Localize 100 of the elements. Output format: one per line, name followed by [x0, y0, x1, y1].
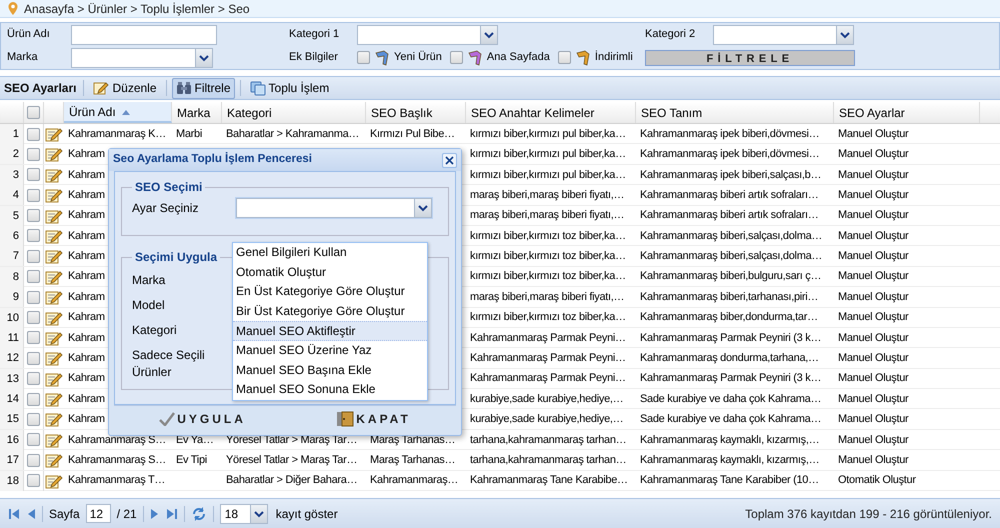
- edit-icon[interactable]: [45, 187, 63, 204]
- edit-icon[interactable]: [45, 391, 63, 408]
- edit-icon[interactable]: [45, 166, 63, 183]
- edit-icon[interactable]: [45, 411, 63, 428]
- edit-icon[interactable]: [45, 310, 63, 326]
- column-header[interactable]: Marka: [172, 102, 222, 123]
- select-field[interactable]: [357, 24, 498, 44]
- dropdown-option[interactable]: Manuel SEO Sonuna Ekle: [233, 380, 427, 400]
- next-page-icon: [150, 508, 160, 520]
- table-cell-text: Kahramanmaraş S…: [68, 453, 166, 468]
- column-header[interactable]: SEO Tanım: [636, 102, 834, 123]
- table-cell-text: kırmızı biber,kırmızı toz biber,ka…: [470, 269, 626, 284]
- row-checkbox[interactable]: [27, 270, 40, 284]
- close-button[interactable]: [442, 152, 457, 168]
- dropdown-option[interactable]: Genel Bilgileri Kullan: [233, 243, 427, 263]
- apply-button[interactable]: UYGULA: [159, 410, 246, 428]
- row-checkbox[interactable]: [27, 148, 40, 161]
- setting-select[interactable]: [236, 198, 432, 218]
- dropdown-option[interactable]: Otomatik Oluştur: [233, 262, 427, 282]
- first-page-icon: [8, 508, 20, 520]
- row-checkbox[interactable]: [27, 168, 40, 182]
- table-cell-text: Manuel Oluştur: [838, 168, 908, 183]
- edit-icon[interactable]: [45, 248, 63, 264]
- select-field[interactable]: [71, 48, 213, 68]
- column-header[interactable]: SEO Anahtar Kelimeler: [466, 102, 636, 123]
- edit-icon[interactable]: [45, 370, 63, 387]
- table-cell-text: Manuel Oluştur: [838, 453, 908, 468]
- toolbar-button[interactable]: Filtrele: [172, 78, 235, 98]
- filter-button[interactable]: FİLTRELE: [645, 50, 855, 66]
- column-header[interactable]: Ürün Adı: [64, 102, 172, 123]
- edit-icon[interactable]: [45, 228, 63, 244]
- toolbar-button[interactable]: Toplu İşlem: [246, 78, 334, 98]
- row-number: 16: [0, 430, 24, 450]
- row-number: 4: [0, 185, 24, 206]
- table-cell-text: Kahramanmaraş Parmak Peyniri (3 k…: [640, 330, 822, 346]
- edit-icon[interactable]: [45, 146, 63, 162]
- row-checkbox[interactable]: [27, 474, 40, 488]
- select-field[interactable]: [713, 24, 854, 44]
- dropdown-option[interactable]: En Üst Kategoriye Göre Oluştur: [233, 282, 427, 302]
- table-cell-text: Kahram: [68, 147, 105, 162]
- checkbox[interactable]: [558, 51, 571, 64]
- page-field[interactable]: 12: [86, 504, 111, 523]
- dropdown-option[interactable]: Manuel SEO Aktifleştir: [233, 321, 427, 341]
- edit-icon[interactable]: [45, 452, 63, 468]
- text-field[interactable]: [71, 24, 217, 44]
- row-checkbox[interactable]: [27, 250, 40, 263]
- edit-icon[interactable]: [45, 350, 63, 366]
- column-header[interactable]: SEO Ayarlar: [834, 102, 980, 123]
- dropdown-option[interactable]: Bir Üst Kategoriye Göre Oluştur: [233, 302, 427, 322]
- last-page-icon: [166, 508, 178, 520]
- table-cell-text: Manuel Oluştur: [838, 208, 908, 224]
- table-cell-text: kurabiye,sade kurabiye,hediye,…: [470, 392, 624, 407]
- checkbox[interactable]: [357, 51, 370, 64]
- page-size-select[interactable]: 18: [220, 504, 268, 524]
- table-cell-text: Kahramanmaraş kaymaklı, kızarmış,…: [640, 453, 820, 468]
- dropdown-option[interactable]: Manuel SEO Üzerine Yaz: [233, 340, 427, 361]
- row-number: 6: [0, 226, 24, 246]
- edit-icon[interactable]: [45, 208, 63, 224]
- row-checkbox[interactable]: [27, 229, 40, 242]
- column-header[interactable]: Kategori: [222, 102, 366, 123]
- row-number: 18: [0, 470, 24, 491]
- row-checkbox[interactable]: [27, 290, 40, 304]
- row-checkbox[interactable]: [27, 412, 40, 426]
- row-checkbox[interactable]: [27, 188, 40, 202]
- table-cell-text: Kahramanmaraş T…: [68, 473, 166, 488]
- table-cell-text: Manuel Oluştur: [838, 351, 908, 366]
- row-checkbox[interactable]: [27, 331, 40, 344]
- row-checkbox[interactable]: [27, 352, 40, 365]
- row-number: 10: [0, 308, 24, 328]
- row-checkbox[interactable]: [27, 209, 40, 222]
- table-cell-text: tarhana,kahramanmaraş tarhan…: [470, 432, 626, 448]
- row-checkbox[interactable]: [27, 128, 40, 140]
- row-checkbox[interactable]: [27, 392, 40, 406]
- edit-icon[interactable]: [45, 330, 63, 346]
- option-label: İndirimli: [594, 50, 633, 66]
- toolbar-button[interactable]: Düzenle: [89, 78, 161, 98]
- table-cell-text: Manuel Oluştur: [838, 412, 908, 428]
- table-cell-text: maraş biberi,maraş biberi fiyatı,…: [470, 290, 624, 305]
- row-number: 3: [0, 164, 24, 185]
- row-checkbox[interactable]: [27, 433, 40, 446]
- dropdown-option[interactable]: Manuel SEO Başına Ekle: [233, 360, 427, 380]
- edit-icon[interactable]: [45, 268, 63, 285]
- edit-icon[interactable]: [45, 472, 63, 489]
- select-all-checkbox[interactable]: [27, 106, 40, 119]
- checkbox[interactable]: [450, 51, 463, 64]
- table-cell-text: Manuel Oluştur: [838, 432, 908, 448]
- row-checkbox[interactable]: [27, 372, 40, 386]
- table-cell-text: Kahramanmaraş Parmak Peyni…: [470, 351, 626, 366]
- option-label: Ana Sayfada: [486, 50, 550, 66]
- table-cell-text: Baharatlar > Diğer Bahara…: [226, 473, 358, 488]
- row-checkbox[interactable]: [27, 311, 40, 324]
- table-cell-text: Manuel Oluştur: [838, 126, 908, 142]
- column-header[interactable]: SEO Başlık: [366, 102, 466, 123]
- close-dialog-button[interactable]: KAPAT: [336, 410, 411, 428]
- edit-icon[interactable]: [45, 126, 63, 142]
- row-checkbox[interactable]: [27, 454, 40, 467]
- edit-icon[interactable]: [45, 432, 63, 448]
- edit-icon[interactable]: [45, 289, 63, 306]
- row-number: 9: [0, 287, 24, 308]
- fieldset-legend: Seçimi Uygula: [132, 248, 220, 266]
